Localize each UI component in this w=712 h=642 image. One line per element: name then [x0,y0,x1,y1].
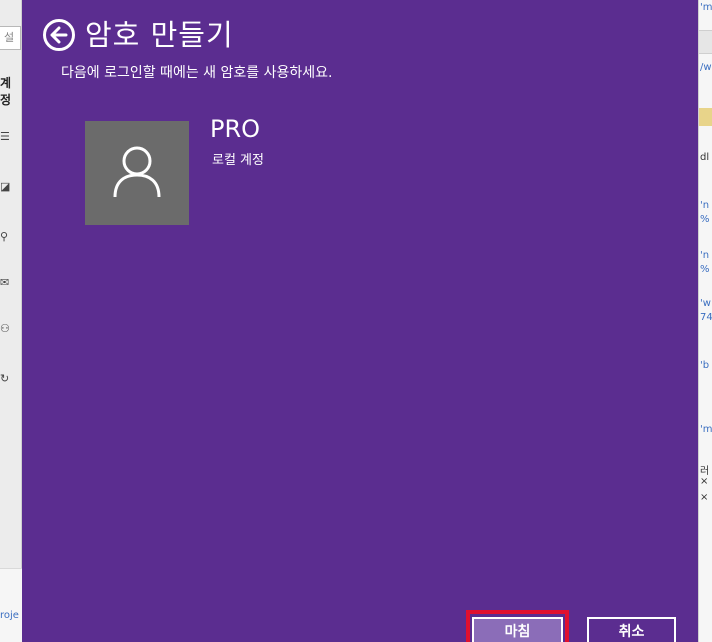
background-window-right: 'm /w dl 'n % 'n % 'w 74 'b 'm 러 × × [698,0,712,642]
background-window-left: 설 계정 ☰ ◪ ⚲ ✉ ⚇ ↻ roje [0,0,22,642]
settings-search-input[interactable]: 설 [0,26,21,50]
mail-icon[interactable]: ✉ [0,276,12,290]
background-lower-panel [0,568,22,642]
link-fragment[interactable]: 'w [700,298,711,309]
dialog-subtitle: 다음에 로그인할 때에는 새 암호를 사용하세요. [61,65,333,81]
add-user-icon[interactable]: ⚇ [0,322,12,336]
close-icon[interactable]: × [700,476,708,487]
link-fragment[interactable]: % [700,214,710,225]
avatar [85,121,189,225]
link-fragment[interactable]: /w [700,62,712,73]
create-password-dialog: 암호 만들기 다음에 로그인할 때에는 새 암호를 사용하세요. PRO 로컬 … [22,0,698,642]
link-fragment[interactable]: 'm [700,2,712,13]
list-icon[interactable]: ☰ [0,130,12,144]
link-fragment[interactable]: 'n [700,200,709,211]
project-link[interactable]: roje [0,610,19,621]
back-arrow-icon [50,26,68,44]
user-icon [113,146,161,198]
back-button[interactable] [43,19,75,51]
link-fragment[interactable]: % [700,264,710,275]
link-fragment[interactable]: 'm [700,424,712,435]
text-fragment: 러 [700,466,710,477]
cancel-button[interactable]: 취소 [587,617,676,642]
text-fragment: dl [700,152,710,163]
link-fragment[interactable]: 'b [700,360,709,371]
finish-button[interactable]: 마침 [472,617,563,642]
background-toolbar [699,30,712,54]
link-fragment[interactable]: 74 [700,312,712,323]
section-label-account: 계정 [0,76,12,107]
key-icon[interactable]: ⚲ [0,230,12,244]
account-type: 로컬 계정 [212,153,264,168]
dialog-title: 암호 만들기 [85,18,234,52]
edit-icon[interactable]: ◪ [0,180,12,194]
link-fragment[interactable]: 'n [700,250,709,261]
highlight-marker [699,108,712,126]
sync-icon[interactable]: ↻ [0,372,12,386]
account-name: PRO [210,115,261,143]
close-icon[interactable]: × [700,492,708,503]
